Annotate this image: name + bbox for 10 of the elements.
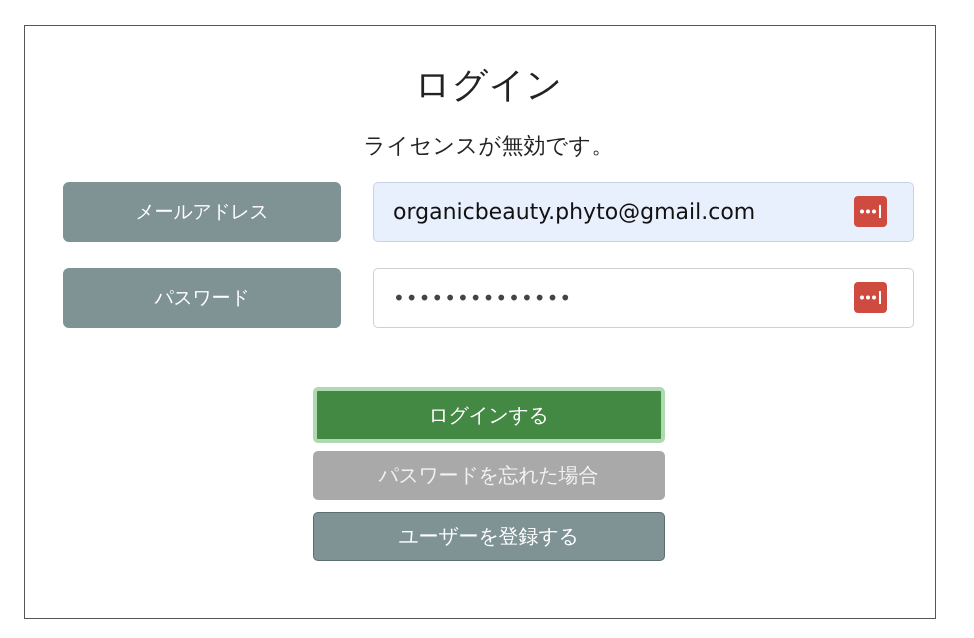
dots-icon[interactable] — [854, 196, 887, 227]
email-field[interactable]: organicbeauty.phyto@gmail.com — [373, 182, 914, 242]
license-message: ライセンスが無効です。 — [364, 133, 614, 161]
login-button[interactable]: ログインする — [312, 387, 664, 443]
secondary-button[interactable]: ユーザーを登録する — [312, 512, 664, 561]
password-field[interactable]: •••••••••••••• — [373, 268, 914, 328]
dots-icon[interactable] — [854, 282, 887, 313]
field-label: メールアドレス — [63, 182, 341, 242]
page-title: ログイン — [414, 64, 562, 108]
field-label: パスワード — [63, 268, 341, 328]
